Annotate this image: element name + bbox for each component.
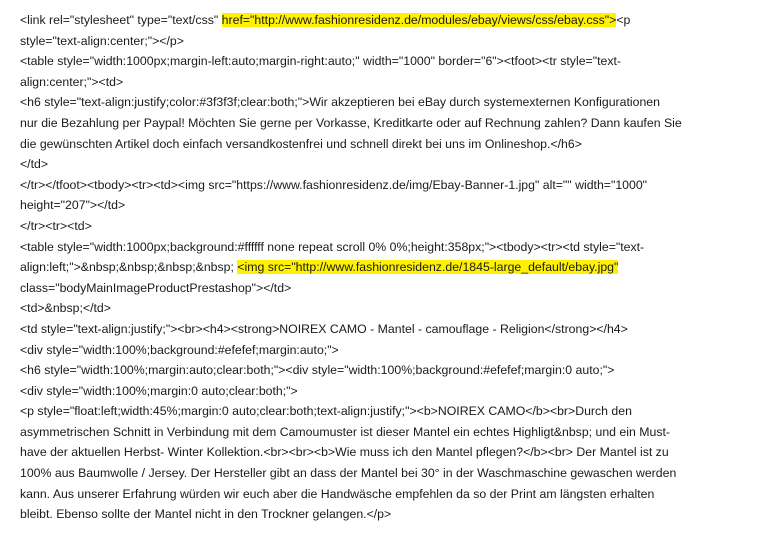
code-line: align:center;"><td> [20, 72, 745, 93]
code-line: style="text-align:center;"></p> [20, 31, 745, 52]
code-text: <div style="width:100%;margin:0 auto;cle… [20, 383, 298, 398]
code-line: kann. Aus unserer Erfahrung würden wir e… [20, 484, 745, 505]
code-text: height="207"></td> [20, 198, 126, 213]
code-line: </tr></tfoot><tbody><tr><td><img src="ht… [20, 175, 745, 196]
code-text: <table style="width:1000px;background:#f… [20, 239, 645, 254]
code-line: <link rel="stylesheet" type="text/css" h… [20, 10, 745, 31]
code-text: <h6 style="text-align:justify;color:#3f3… [20, 95, 660, 110]
code-text: asymmetrischen Schnitt in Verbindung mit… [20, 424, 670, 439]
code-text: have der aktuellen Herbst- Winter Kollek… [20, 445, 669, 460]
code-text: <table style="width:1000px;margin-left:a… [20, 54, 621, 69]
code-line: nur die Bezahlung per Paypal! Möchten Si… [20, 113, 745, 134]
code-line: <table style="width:1000px;margin-left:a… [20, 51, 745, 72]
code-line: <div style="width:100%;background:#efefe… [20, 340, 745, 361]
code-line: align:left;">&nbsp;&nbsp;&nbsp;&nbsp; <i… [20, 257, 745, 278]
code-line: height="207"></td> [20, 195, 745, 216]
code-text: <p style="float:left;width:45%;margin:0 … [20, 404, 632, 419]
code-line: <td style="text-align:justify;"><br><h4>… [20, 319, 745, 340]
code-line: <td>&nbsp;</td> [20, 298, 745, 319]
code-line: </td> [20, 154, 745, 175]
code-text: <h6 style="width:100%;margin:auto;clear:… [20, 363, 615, 378]
code-line: <div style="width:100%;margin:0 auto;cle… [20, 381, 745, 402]
code-text: class="bodyMainImageProductPrestashop"><… [20, 280, 292, 295]
code-text: <link rel="stylesheet" type="text/css" [20, 13, 222, 27]
code-line: <h6 style="text-align:justify;color:#3f3… [20, 92, 745, 113]
code-line: <h6 style="width:100%;margin:auto;clear:… [20, 360, 745, 381]
code-text: </tr></tfoot><tbody><tr><td><img src="ht… [20, 177, 648, 192]
code-text: 100% aus Baumwolle / Jersey. Der Herstel… [20, 466, 677, 481]
code-text: <td>&nbsp;</td> [20, 301, 111, 316]
code-line: asymmetrischen Schnitt in Verbindung mit… [20, 422, 745, 443]
code-line: class="bodyMainImageProductPrestashop"><… [20, 278, 745, 299]
code-text: nur die Bezahlung per Paypal! Möchten Si… [20, 115, 682, 130]
code-text: die gewünschten Artikel doch einfach ver… [20, 136, 582, 151]
highlighted-text: <img src="http://www.fashionresidenz.de/… [237, 260, 619, 275]
code-line: </tr><tr><td> [20, 216, 745, 237]
code-text: align:left;">&nbsp;&nbsp;&nbsp;&nbsp; [20, 260, 238, 275]
code-text: bleibt. Ebenso sollte der Mantel nicht i… [20, 507, 392, 522]
code-line: have der aktuellen Herbst- Winter Kollek… [20, 442, 745, 463]
code-text: kann. Aus unserer Erfahrung würden wir e… [20, 486, 655, 501]
code-text: <td style="text-align:justify;"><br><h4>… [20, 321, 628, 336]
code-text: align:center;"><td> [20, 74, 124, 89]
code-line: <table style="width:1000px;background:#f… [20, 237, 745, 258]
code-line: 100% aus Baumwolle / Jersey. Der Herstel… [20, 463, 745, 484]
code-text: <div style="width:100%;background:#efefe… [20, 342, 339, 357]
document-text[interactable]: <link rel="stylesheet" type="text/css" h… [20, 10, 745, 525]
code-text: </tr><tr><td> [20, 218, 92, 233]
code-text: </td> [20, 157, 49, 172]
code-line: <p style="float:left;width:45%;margin:0 … [20, 401, 745, 422]
code-text: style="text-align:center;"></p> [20, 33, 184, 48]
highlighted-text: href="http://www.fashionresidenz.de/modu… [221, 13, 617, 27]
code-text: <p [616, 13, 631, 27]
code-line: die gewünschten Artikel doch einfach ver… [20, 134, 745, 155]
code-line: bleibt. Ebenso sollte der Mantel nicht i… [20, 504, 745, 525]
